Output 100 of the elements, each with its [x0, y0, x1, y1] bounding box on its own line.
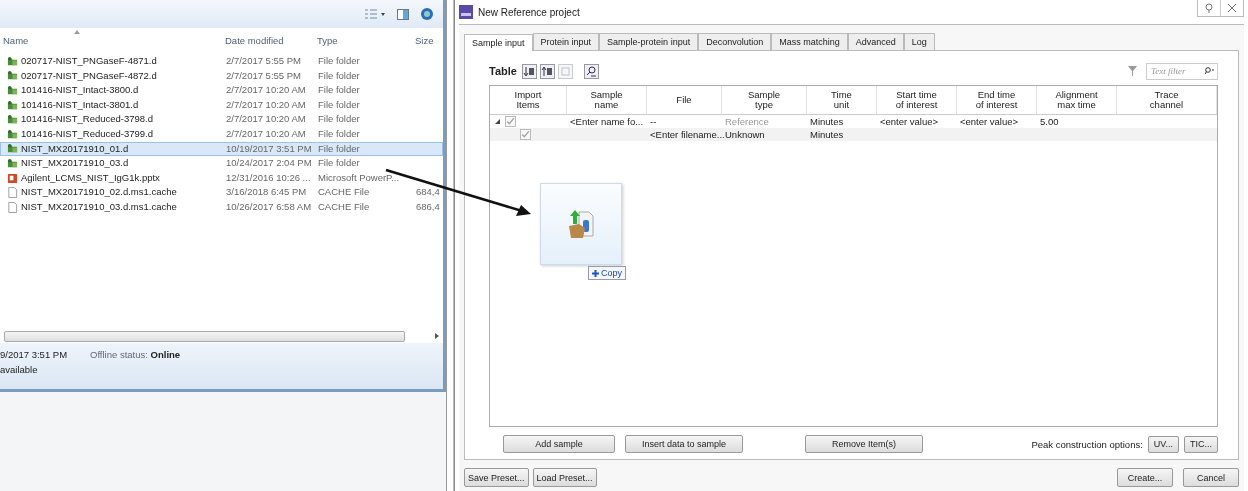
splitter-bar[interactable]: [446, 0, 454, 491]
table-cell-text: 5.00: [1039, 115, 1060, 128]
data-folder-icon: [7, 114, 18, 126]
column-header[interactable]: File: [647, 86, 722, 114]
app-icon: [459, 5, 473, 19]
scrollbar-thumb[interactable]: [4, 330, 405, 342]
peak-option-button[interactable]: TIC...: [1184, 435, 1218, 453]
filter-icon[interactable]: [1128, 66, 1137, 76]
table-cell-text: <Enter name fo...: [569, 115, 645, 128]
offline-status: Offline status: Online: [90, 349, 182, 360]
file-row[interactable]: 020717-NIST_PNGaseF-4871.d 2/7/2017 5:55 PM File folder: [0, 54, 443, 69]
column-header[interactable]: Type: [314, 34, 412, 46]
tab[interactable]: Mass matching: [771, 33, 848, 50]
table-cell-text: --: [649, 115, 658, 128]
file-type: File folder: [317, 84, 361, 97]
tab[interactable]: Log: [903, 33, 935, 50]
file-row[interactable]: 020717-NIST_PNGaseF-4872.d 2/7/2017 5:55 PM File folder: [0, 68, 443, 84]
file-name: 020717-NIST_PNGaseF-4872.d: [21, 69, 157, 83]
preset-button[interactable]: Save Preset...: [464, 468, 529, 487]
column-header[interactable]: Sample type: [722, 86, 807, 114]
move-up-icon[interactable]: [539, 63, 555, 79]
column-header[interactable]: Date modified: [222, 34, 314, 46]
column-header[interactable]: Time unit: [807, 86, 877, 114]
presentation-file-icon: [7, 172, 18, 184]
table-button[interactable]: Remove Item(s): [805, 435, 923, 453]
file-row[interactable]: NIST_MX20171910_02.d.ms1.cache 3/16/2018 6:45 PM CACHE File 684,4: [0, 185, 443, 200]
move-down-icon[interactable]: [521, 63, 537, 79]
date-modified: 2/7/2017 5:55 PM: [225, 69, 302, 83]
column-header[interactable]: End time of interest: [957, 86, 1037, 114]
collapse-icon[interactable]: [494, 118, 501, 125]
file-name: 101416-NIST_Intact-3800.d: [21, 84, 139, 97]
file-type: File folder: [317, 127, 361, 141]
help-icon[interactable]: [421, 8, 433, 20]
dialog-button[interactable]: Create...: [1117, 468, 1173, 487]
file-type: File folder: [317, 69, 361, 83]
data-folder-icon: [7, 99, 18, 111]
data-file-icon: [567, 208, 595, 240]
file-type: File folder: [317, 113, 361, 126]
file-name: 101416-NIST_Intact-3801.d: [21, 98, 139, 112]
search-icon[interactable]: [583, 63, 599, 79]
preview-pane-icon[interactable]: [397, 8, 409, 20]
status-availability: available: [0, 364, 39, 375]
date-modified: 2/7/2017 10:20 AM: [225, 127, 307, 141]
copy-label: Copy: [601, 268, 622, 278]
file-row[interactable]: Agilent_LCMS_NIST_IgG1k.pptx 12/31/2016 10:26 ... Microsoft PowerP...: [0, 170, 443, 186]
date-modified: 2/7/2017 10:20 AM: [225, 113, 307, 126]
date-modified: 12/31/2016 10:26 ...: [225, 171, 312, 185]
column-header[interactable]: Import Items: [490, 86, 567, 114]
view-options-icon[interactable]: [365, 9, 385, 19]
date-modified: 2/7/2017 10:20 AM: [225, 84, 307, 97]
file-row[interactable]: NIST_MX20171910_03.d 10/24/2017 2:04 PM File folder: [0, 156, 443, 171]
date-modified: 10/26/2017 6:58 AM: [225, 200, 313, 214]
status-modified: 9/2017 3:51 PM: [0, 349, 69, 360]
file-row[interactable]: 101416-NIST_Intact-3801.d 2/7/2017 10:20 AM File folder: [0, 97, 443, 113]
column-header[interactable]: Size: [412, 34, 443, 46]
file-row[interactable]: NIST_MX20171910_01.d 10/19/2017 3:51 PM File folder: [0, 141, 443, 157]
file-name: 101416-NIST_Reduced-3799.d: [21, 127, 154, 141]
search-icon[interactable]: [1205, 66, 1214, 75]
file-name: NIST_MX20171910_03.d: [21, 157, 129, 170]
preset-button[interactable]: Load Preset...: [532, 468, 597, 487]
text-filter-field[interactable]: Text filter: [1146, 62, 1218, 80]
table-cell-text: <enter value>: [879, 115, 940, 128]
data-folder-icon: [7, 55, 18, 67]
tab[interactable]: Advanced: [847, 33, 904, 50]
data-folder-icon: [7, 70, 18, 82]
plus-icon: [592, 269, 599, 277]
column-header[interactable]: Trace channel: [1117, 86, 1217, 114]
column-header[interactable]: Start time of interest: [877, 86, 957, 114]
dialog-button[interactable]: Cancel: [1183, 468, 1239, 487]
file-icon: [7, 187, 18, 199]
column-header[interactable]: Alignment max time: [1037, 86, 1117, 114]
tab[interactable]: Protein input: [532, 33, 600, 50]
table-cell-text: Minutes: [809, 128, 845, 141]
date-modified: 10/24/2017 2:04 PM: [225, 157, 313, 170]
peak-option-button[interactable]: UV...: [1147, 435, 1179, 453]
file-type: CACHE File: [317, 200, 371, 214]
table-cell-text: Reference: [724, 115, 770, 128]
date-modified: 2/7/2017 10:20 AM: [225, 98, 307, 112]
tab[interactable]: Sample-protein input: [599, 33, 699, 50]
date-modified: 3/16/2018 6:45 PM: [225, 186, 308, 199]
tab[interactable]: Sample input: [464, 34, 533, 51]
file-type: File folder: [317, 142, 361, 156]
file-row[interactable]: 101416-NIST_Reduced-3799.d 2/7/2017 10:20 AM File folder: [0, 126, 443, 142]
column-header[interactable]: Sample name: [567, 86, 647, 114]
file-type: File folder: [317, 98, 361, 112]
file-row[interactable]: 101416-NIST_Reduced-3798.d 2/7/2017 10:20 AM File folder: [0, 112, 443, 127]
scroll-right-icon[interactable]: [435, 333, 439, 339]
file-row[interactable]: 101416-NIST_Intact-3800.d 2/7/2017 10:20 AM File folder: [0, 83, 443, 98]
table-label: Table: [489, 65, 517, 77]
column-header[interactable]: Name: [0, 34, 222, 46]
table-cell-text: <enter value>: [959, 115, 1020, 128]
checkbox[interactable]: [505, 116, 516, 127]
file-row[interactable]: NIST_MX20171910_03.d.ms1.cache 10/26/2017 6:58 AM CACHE File 686,4: [0, 199, 443, 215]
checkbox[interactable]: [520, 129, 531, 140]
tab[interactable]: Deconvolution: [698, 33, 772, 50]
table-button[interactable]: Add sample: [503, 435, 615, 453]
sort-ascending-icon: [74, 30, 80, 34]
table-button[interactable]: Insert data to sample: [625, 435, 743, 453]
data-folder-icon: [7, 128, 18, 140]
file-size: 684,4: [415, 186, 441, 199]
